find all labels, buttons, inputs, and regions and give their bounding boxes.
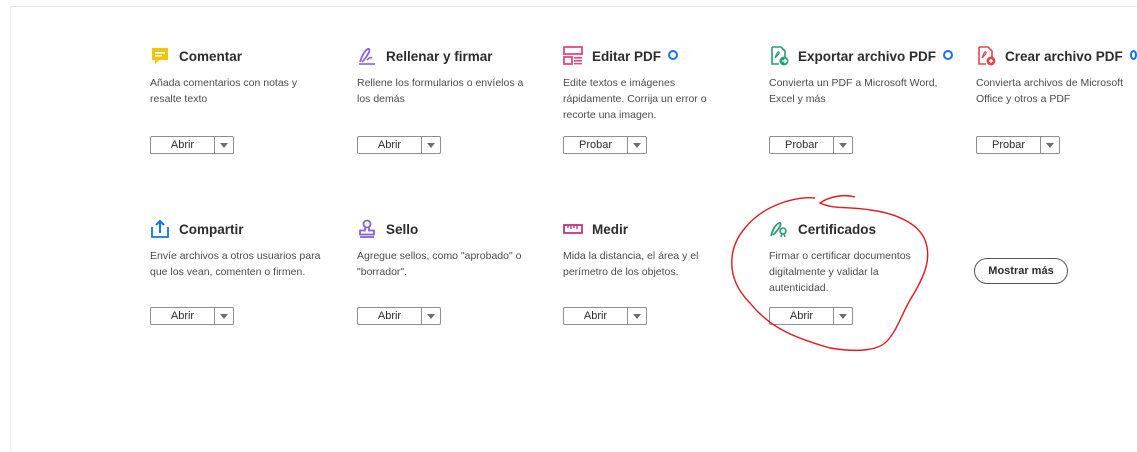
tool-rellenar-firmar: Rellenar y firmar Rellene los formulario… — [357, 45, 542, 107]
tool-exportar-pdf: Exportar archivo PDF Convierta un PDF a … — [769, 45, 954, 107]
open-button[interactable]: Abrir — [151, 308, 215, 324]
tool-title[interactable]: Compartir — [179, 222, 244, 237]
open-button[interactable]: Abrir — [151, 137, 215, 153]
chevron-down-icon[interactable] — [628, 137, 646, 153]
share-icon[interactable] — [150, 219, 170, 239]
tool-description: Firmar o certificar documentos digitalme… — [769, 250, 911, 294]
tool-title[interactable]: Comentar — [179, 49, 242, 64]
stamp-icon[interactable] — [357, 219, 377, 239]
open-button-comentar: Abrir — [150, 136, 234, 154]
premium-badge-icon — [943, 50, 954, 60]
tool-title[interactable]: Medir — [592, 222, 628, 237]
chevron-down-icon[interactable] — [628, 308, 646, 324]
tool-title[interactable]: Exportar archivo PDF — [798, 49, 936, 64]
chevron-down-icon[interactable] — [215, 137, 233, 153]
tool-description: Convierta archivos de Microsoft Office y… — [976, 77, 1124, 105]
chevron-down-icon[interactable] — [834, 308, 852, 324]
chevron-down-icon[interactable] — [1041, 137, 1059, 153]
open-button-medir: Abrir — [563, 307, 647, 325]
tool-title[interactable]: Editar PDF — [592, 49, 661, 64]
premium-badge-icon — [668, 50, 679, 60]
tool-description: Convierta un PDF a Microsoft Word, Excel… — [769, 77, 938, 105]
tool-title[interactable]: Sello — [386, 222, 418, 237]
chevron-down-icon[interactable] — [422, 137, 440, 153]
top-divider — [10, 6, 1137, 7]
tool-editar-pdf: Editar PDF Edite textos e imágenes rápid… — [563, 45, 748, 123]
comment-icon[interactable] — [150, 46, 170, 66]
open-button[interactable]: Abrir — [564, 308, 628, 324]
certificates-icon[interactable] — [769, 219, 789, 239]
fill-sign-icon[interactable] — [357, 46, 377, 66]
open-button-sello: Abrir — [357, 307, 441, 325]
create-pdf-icon[interactable] — [976, 46, 996, 66]
try-button[interactable]: Probar — [564, 137, 628, 153]
edit-pdf-icon[interactable] — [563, 46, 583, 66]
try-button-crear: Probar — [976, 136, 1060, 154]
tool-description: Rellene los formularios o envíelos a los… — [357, 77, 524, 105]
open-button[interactable]: Abrir — [358, 137, 422, 153]
chevron-down-icon[interactable] — [422, 308, 440, 324]
try-button[interactable]: Probar — [770, 137, 834, 153]
try-button[interactable]: Probar — [977, 137, 1041, 153]
tool-description: Edite textos e imágenes rápidamente. Cor… — [563, 77, 707, 121]
tool-title[interactable]: Crear archivo PDF — [1005, 49, 1123, 64]
try-button-editar: Probar — [563, 136, 647, 154]
tool-description: Agregue sellos, como "aprobado" o "borra… — [357, 250, 522, 278]
open-button[interactable]: Abrir — [358, 308, 422, 324]
tool-sello: Sello Agregue sellos, como "aprobado" o … — [357, 218, 542, 280]
chevron-down-icon[interactable] — [215, 308, 233, 324]
export-pdf-icon[interactable] — [769, 46, 789, 66]
tool-compartir: Compartir Envíe archivos a otros usuario… — [150, 218, 335, 280]
tool-description: Envíe archivos a otros usuarios para que… — [150, 250, 321, 278]
chevron-down-icon[interactable] — [834, 137, 852, 153]
measure-icon[interactable] — [563, 219, 583, 239]
open-button-compartir: Abrir — [150, 307, 234, 325]
open-button-certificados: Abrir — [769, 307, 853, 325]
show-more-button[interactable]: Mostrar más — [974, 258, 1068, 284]
try-button-exportar: Probar — [769, 136, 853, 154]
tool-comentar: Comentar Añada comentarios con notas y r… — [150, 45, 335, 107]
tool-title[interactable]: Rellenar y firmar — [386, 49, 493, 64]
tool-description: Añada comentarios con notas y resalte te… — [150, 77, 298, 105]
left-divider — [10, 6, 11, 452]
tool-description: Mida la distancia, el área y el perímetr… — [563, 250, 699, 278]
open-button[interactable]: Abrir — [770, 308, 834, 324]
tool-certificados: Certificados Firmar o certificar documen… — [769, 218, 954, 296]
open-button-rellenar: Abrir — [357, 136, 441, 154]
tool-title[interactable]: Certificados — [798, 222, 876, 237]
premium-badge-icon — [1129, 50, 1137, 60]
tool-medir: Medir Mida la distancia, el área y el pe… — [563, 218, 748, 280]
tool-crear-pdf: Crear archivo PDF Convierta archivos de … — [976, 45, 1137, 107]
